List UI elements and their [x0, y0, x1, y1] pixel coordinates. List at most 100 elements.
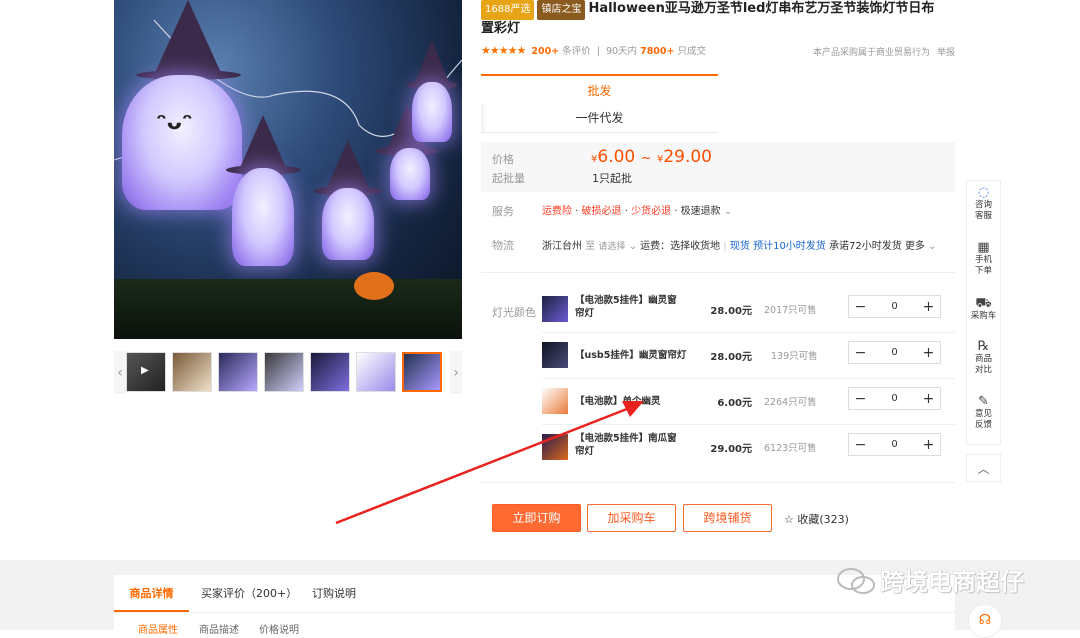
variant-row: 【电池款5挂件】幽灵窗帘灯 28.00元 2017只可售 − 0 + — [542, 288, 955, 333]
decrease-button[interactable]: − — [849, 391, 872, 407]
variant-price: 28.00元 — [710, 352, 752, 363]
thumbnail-video[interactable]: ▶ — [126, 352, 166, 392]
tab-dropship[interactable]: 一件代发 — [481, 104, 718, 133]
logistics-row: 浙江台州 至 请选择 ⌄ 运费：选择收货地 | 现货 预计10小时发货 承诺72… — [542, 241, 937, 252]
variant-stock: 2264只可售 — [764, 397, 817, 408]
badge-1688: 1688严选 — [481, 0, 535, 20]
service-item[interactable]: 少货必退 — [631, 206, 671, 217]
price-range: ¥6.00 ~ ¥29.00 — [591, 147, 712, 167]
destination-select[interactable]: 请选择 — [598, 242, 625, 252]
decrease-button[interactable]: − — [849, 345, 872, 361]
chat-icon: ◌ — [977, 185, 990, 200]
sidebar-item-compare[interactable]: ℞ 商品 对比 — [967, 339, 1000, 376]
shipping-fee: 运费：选择收货地 — [640, 241, 721, 252]
ghost-decoration — [390, 148, 430, 200]
chevron-down-icon[interactable]: ⌄ — [625, 241, 640, 252]
ghost-decoration — [232, 168, 294, 266]
increase-button[interactable]: + — [917, 345, 940, 361]
add-to-cart-button[interactable]: 加采购车 — [587, 504, 676, 532]
detail-tabs: 商品详情 买家评价（200+） 订购说明 — [114, 575, 955, 612]
sidebar-item-mobile-order[interactable]: ▦ 手机 下单 — [967, 240, 1000, 277]
back-to-top-button[interactable]: ︿ — [966, 454, 1001, 482]
badge-shop: 镇店之宝 — [537, 0, 586, 20]
ship-time: 预计10小时发货 — [753, 241, 826, 252]
chevron-down-icon[interactable]: ⌄ — [724, 206, 732, 217]
quantity-stepper: − 0 + — [848, 341, 941, 364]
thumbnail[interactable] — [264, 352, 304, 392]
sold-count: 7800+ — [640, 46, 675, 57]
divider — [481, 272, 955, 273]
quantity-input[interactable]: 0 — [872, 439, 917, 450]
variant-thumbnail[interactable] — [542, 296, 568, 322]
thumbnail[interactable] — [172, 352, 212, 392]
thumbnail[interactable] — [310, 352, 350, 392]
variant-price: 6.00元 — [717, 398, 752, 409]
cross-border-button[interactable]: 跨境铺货 — [683, 504, 772, 532]
quantity-stepper: − 0 + — [848, 387, 941, 410]
witch-hat — [154, 0, 222, 75]
wechat-logo-icon — [837, 568, 875, 594]
quantity-input[interactable]: 0 — [872, 301, 917, 312]
variant-stock: 6123只可售 — [764, 443, 817, 454]
chevron-down-icon[interactable]: ⌄ — [925, 241, 936, 252]
tab-wholesale[interactable]: 批发 — [481, 74, 718, 104]
play-icon: ▶ — [141, 365, 149, 376]
pumpkin-decoration — [354, 272, 394, 300]
review-count[interactable]: 200+ — [531, 46, 559, 57]
star-icon: ☆ — [784, 513, 794, 526]
chevron-right-icon[interactable]: › — [450, 351, 462, 394]
more-link[interactable]: 更多 — [905, 241, 925, 252]
headset-icon[interactable]: ☊ — [968, 604, 1002, 638]
service-item[interactable]: 运费险 — [542, 206, 572, 217]
purchase-mode-tabs: 批发 一件代发 — [481, 74, 718, 134]
thumbnail-strip: ‹ ▶ › — [114, 351, 462, 394]
thumbnail[interactable] — [356, 352, 396, 392]
ghost-decoration — [122, 75, 242, 210]
main-product-image[interactable]: ᵔᴗᵔ — [114, 0, 462, 339]
variant-row: 【usb5挂件】幽灵窗帘灯 28.00元 139只可售 − 0 + — [542, 334, 955, 379]
thumbnail[interactable] — [218, 352, 258, 392]
variant-stock: 139只可售 — [771, 351, 818, 362]
sidebar-item-service[interactable]: ◌ 咨询 客服 — [967, 185, 1000, 222]
ghost-decoration — [412, 82, 452, 142]
qr-icon: ▦ — [977, 240, 990, 255]
increase-button[interactable]: + — [917, 437, 940, 453]
rating-row: ★★★★★ 200+ 条评价 | 90天内 7800+ 只成交 — [481, 44, 707, 57]
chevron-left-icon[interactable]: ‹ — [114, 351, 126, 394]
tab-order-instructions[interactable]: 订购说明 — [312, 575, 356, 612]
service-row: 运费险 · 破损必退 · 少货必退 · 极速退款 ⌄ — [542, 206, 733, 217]
title-line-2: 置彩灯 — [481, 21, 521, 36]
subtab-description[interactable]: 商品描述 — [199, 621, 239, 636]
decrease-button[interactable]: − — [849, 437, 872, 453]
stock-tag: 现货 — [729, 241, 750, 252]
thumbnail-selected[interactable] — [402, 352, 442, 392]
variant-price: 28.00元 — [710, 306, 752, 317]
variant-name: 【电池款5挂件】幽灵窗帘灯 — [575, 295, 677, 319]
subtab-price-info[interactable]: 价格说明 — [259, 621, 299, 636]
tab-buyer-reviews[interactable]: 买家评价（200+） — [201, 575, 297, 612]
increase-button[interactable]: + — [917, 299, 940, 315]
cart-icon: ⛟ — [975, 296, 992, 311]
edit-icon: ✎ — [978, 394, 989, 409]
compare-icon: ℞ — [977, 339, 990, 354]
tab-product-detail[interactable]: 商品详情 — [114, 575, 189, 612]
sidebar-item-feedback[interactable]: ✎ 意见 反馈 — [967, 394, 1000, 431]
buy-now-button[interactable]: 立即订购 — [492, 504, 581, 532]
variant-stock: 2017只可售 — [764, 305, 817, 316]
favorite-label: 收藏(323) — [797, 513, 849, 526]
sidebar-item-cart[interactable]: ⛟ 采购车 — [967, 296, 1000, 322]
variant-thumbnail[interactable] — [542, 342, 568, 368]
subtab-attributes[interactable]: 商品属性 — [138, 621, 178, 636]
quantity-input[interactable]: 0 — [872, 347, 917, 358]
service-item[interactable]: 破损必退 — [582, 206, 622, 217]
report-link[interactable]: 举报 — [937, 45, 955, 58]
variant-price: 29.00元 — [710, 444, 752, 455]
star-rating: ★★★★★ — [481, 44, 526, 57]
moq-value: 1只起批 — [592, 172, 632, 185]
increase-button[interactable]: + — [917, 391, 940, 407]
favorite-button[interactable]: ☆ 收藏(323) — [784, 511, 849, 527]
decrease-button[interactable]: − — [849, 299, 872, 315]
watermark-text: 跨境电商超仔 — [880, 568, 1024, 596]
variant-label: 灯光颜色 — [492, 306, 536, 319]
quantity-input[interactable]: 0 — [872, 393, 917, 404]
